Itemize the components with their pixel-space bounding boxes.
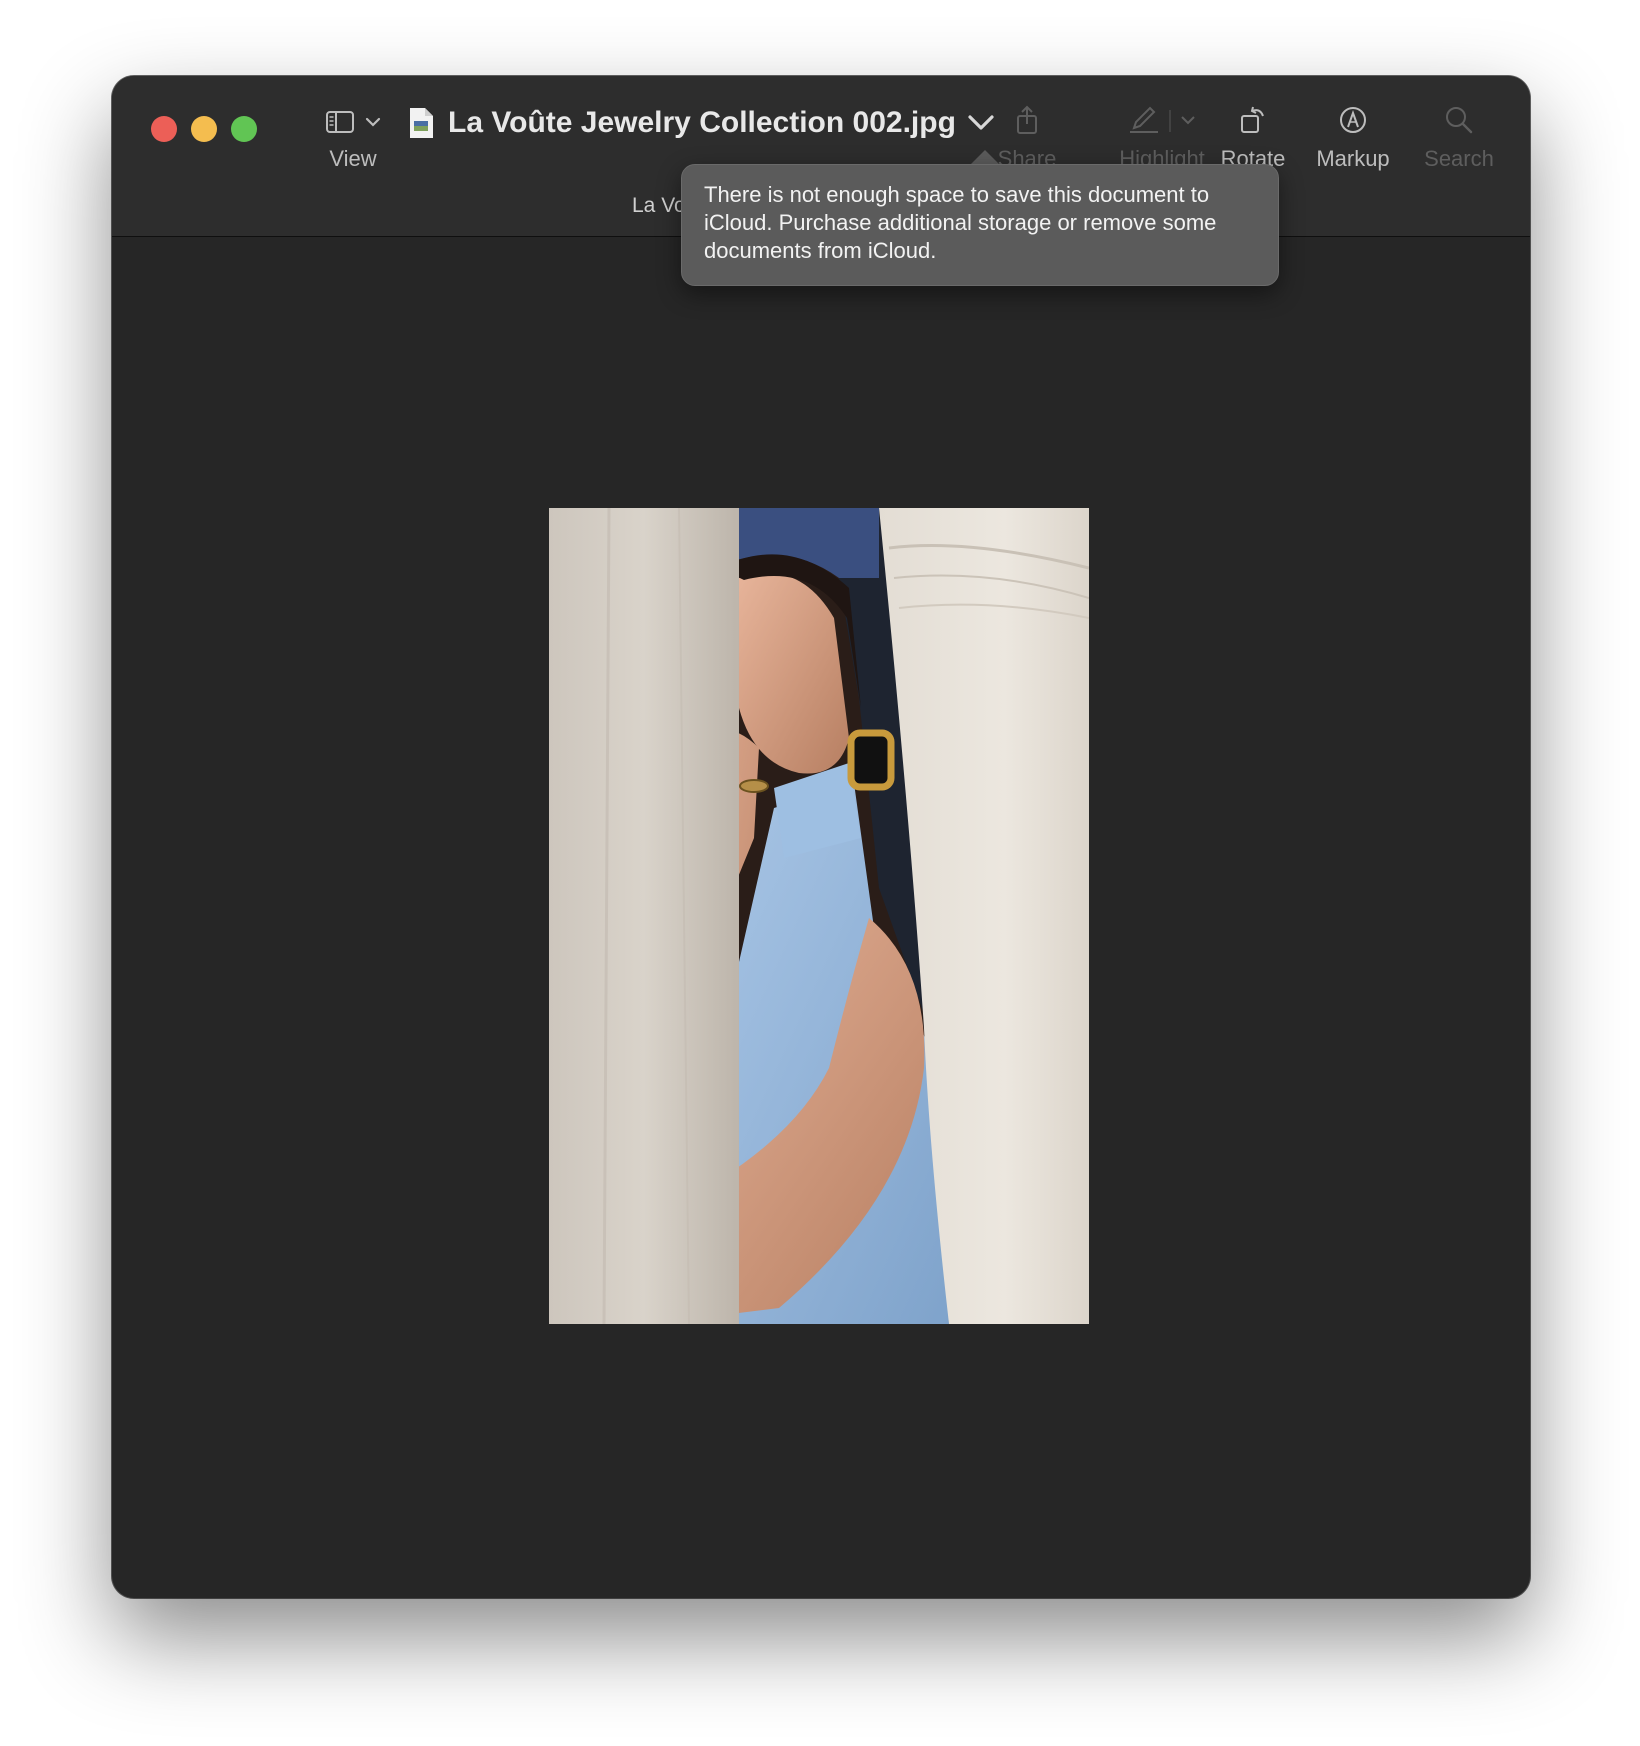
document-title-area[interactable]: La Voûte Jewelry Collection 002.jpg xyxy=(408,106,996,140)
search-icon xyxy=(1446,107,1473,134)
document-icon xyxy=(410,108,433,138)
rotate-icon xyxy=(1241,106,1264,133)
tooltip-arrow xyxy=(970,150,1000,165)
icloud-storage-tooltip: There is not enough space to save this d… xyxy=(681,164,1279,286)
close-button[interactable] xyxy=(151,116,177,142)
search-button[interactable]: Search xyxy=(1404,98,1514,172)
search-label: Search xyxy=(1424,146,1494,171)
markup-label: Markup xyxy=(1316,146,1390,171)
pen-icon xyxy=(1130,106,1195,133)
markup-icon xyxy=(1340,107,1366,133)
view-label: View xyxy=(329,146,377,171)
markup-button[interactable]: Markup xyxy=(1298,98,1408,172)
chevron-down-icon xyxy=(365,117,381,127)
preview-window: View La Voûte Jewelry Collection 002.jpg… xyxy=(112,76,1530,1598)
document-image xyxy=(549,508,1089,1324)
rotate-button[interactable]: Rotate xyxy=(1198,98,1308,172)
zoom-button[interactable] xyxy=(231,116,257,142)
minimize-button[interactable] xyxy=(191,116,217,142)
portrait-photo xyxy=(549,508,1089,1324)
sidebar-icon xyxy=(326,111,354,133)
window-subtitle: La Vo xyxy=(632,194,686,217)
share-icon xyxy=(1017,105,1037,134)
window-title: La Voûte Jewelry Collection 002.jpg xyxy=(448,106,956,139)
view-button[interactable]: View xyxy=(308,102,398,172)
